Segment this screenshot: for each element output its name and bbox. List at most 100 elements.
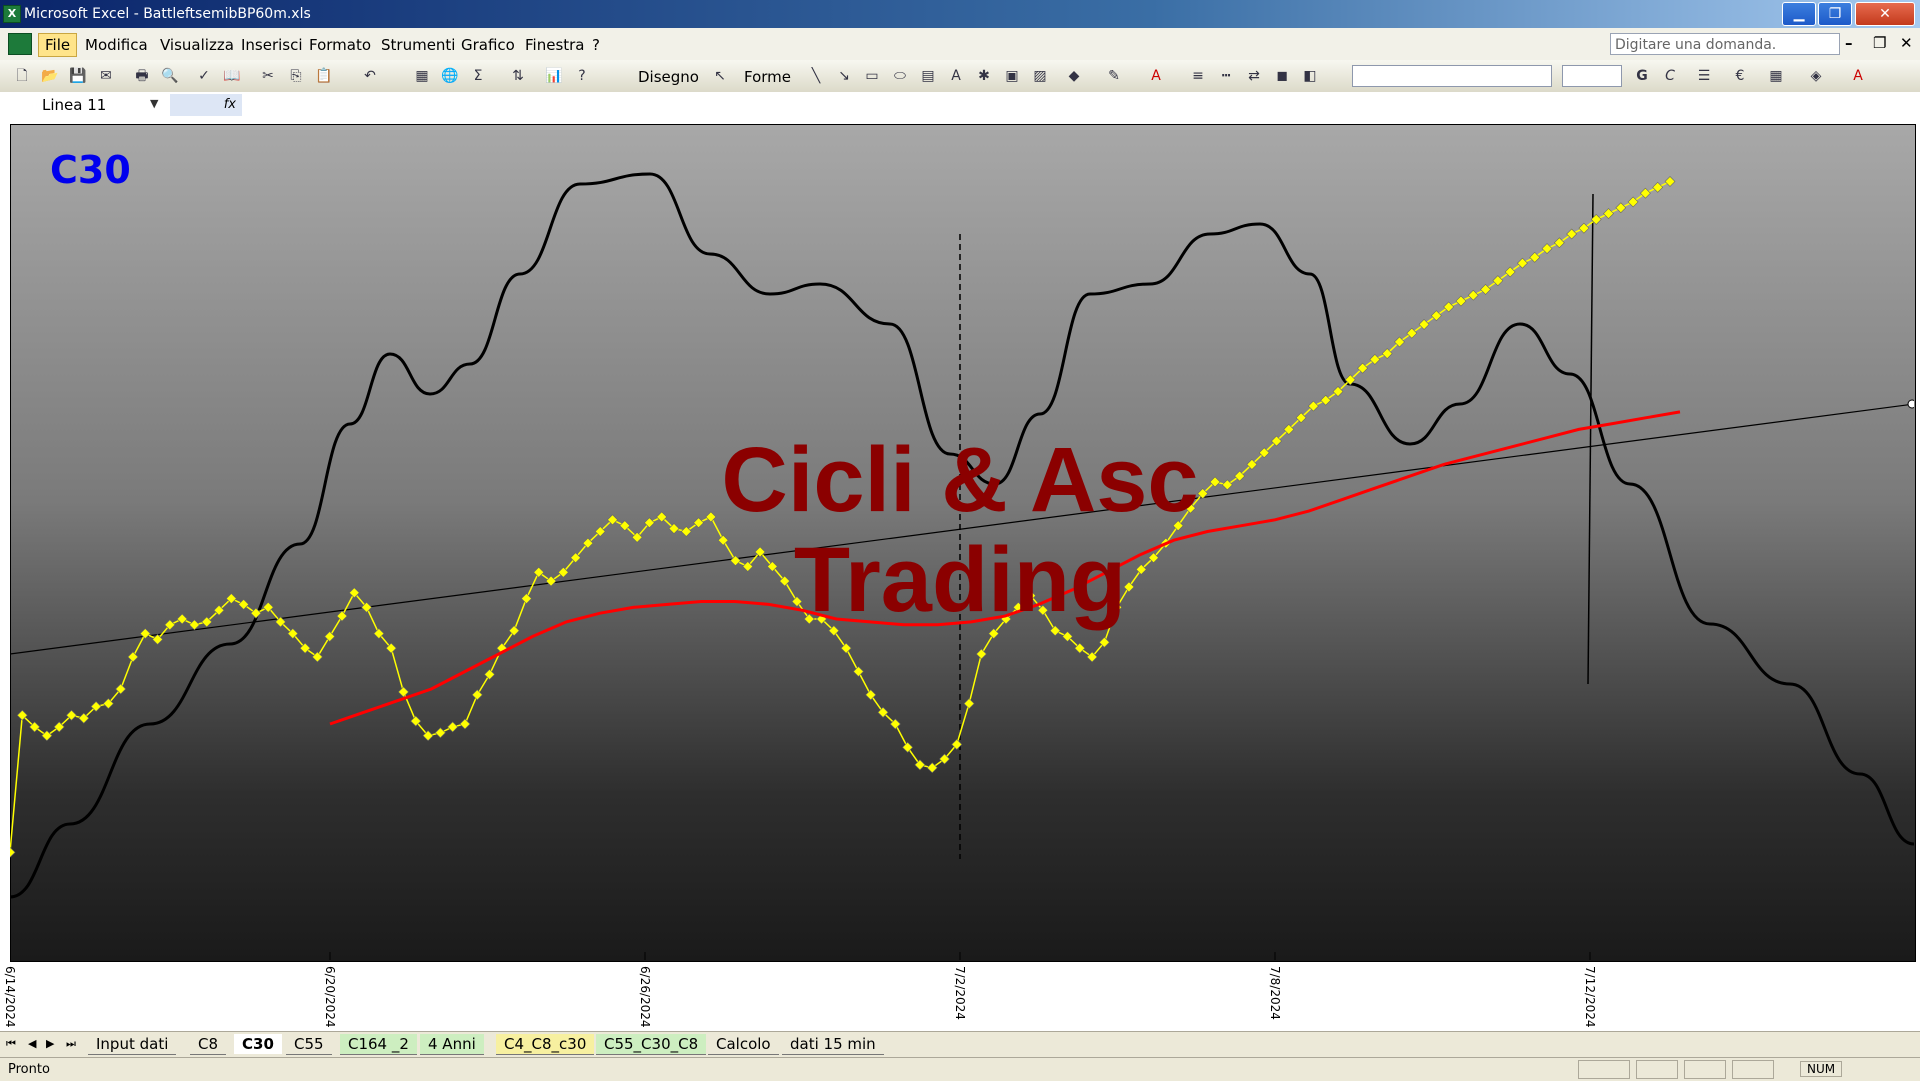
sheet-tab[interactable]: C8 — [190, 1034, 227, 1055]
menu-grafico[interactable]: Grafico — [461, 36, 515, 54]
menu-formato[interactable]: Formato — [309, 36, 371, 54]
ask-question-input[interactable]: Digitare una domanda. — [1610, 33, 1840, 55]
menu-finestra[interactable]: Finestra — [525, 36, 585, 54]
sort-icon[interactable]: ⇅ — [508, 66, 528, 86]
chart-icon[interactable]: 📊 — [544, 66, 564, 86]
menu-file[interactable]: File — [38, 33, 78, 57]
menu-modifica[interactable]: Modifica — [85, 36, 148, 54]
name-box-dropdown-icon[interactable]: ▼ — [150, 97, 158, 110]
menu-inserisci[interactable]: Inserisci — [241, 36, 303, 54]
price-data-point — [545, 575, 557, 587]
close-window-button[interactable]: ✕ — [1855, 2, 1915, 26]
first-sheet-icon[interactable]: ⏮ — [6, 1037, 16, 1051]
undo-icon[interactable]: ↶ — [360, 66, 380, 86]
wordart-icon[interactable]: A — [946, 66, 966, 86]
doc-minimize-button[interactable]: – — [1845, 34, 1853, 52]
rectangle-tool-icon[interactable]: ▭ — [862, 66, 882, 86]
formula-bar: Linea 11 ▼ fx — [0, 92, 1920, 119]
doc-restore-button[interactable]: ❐ — [1873, 34, 1886, 52]
name-box[interactable]: Linea 11 — [4, 94, 164, 116]
last-sheet-icon[interactable]: ⏭ — [66, 1037, 76, 1051]
help-icon[interactable]: ? — [572, 66, 592, 86]
print-preview-icon[interactable]: 🔍 — [160, 66, 180, 86]
3d-icon[interactable]: ◧ — [1300, 66, 1320, 86]
chart-wizard-icon[interactable]: ▦ — [412, 66, 432, 86]
research-icon[interactable]: 📖 — [222, 66, 242, 86]
price-data-point — [1553, 237, 1565, 249]
insert-function-button[interactable]: fx — [170, 94, 242, 116]
price-data-point — [840, 642, 852, 654]
sheet-tab[interactable]: C4_C8_c30 — [496, 1034, 595, 1055]
diagram-icon[interactable]: ✱ — [974, 66, 994, 86]
line-color-icon[interactable]: ✎ — [1104, 66, 1124, 86]
line-tool-icon[interactable]: ╲ — [806, 66, 826, 86]
line-style-icon[interactable]: ≡ — [1188, 66, 1208, 86]
maximize-button[interactable]: ❐ — [1818, 2, 1852, 26]
prev-sheet-icon[interactable]: ◀ — [28, 1037, 36, 1050]
borders-icon[interactable]: ▦ — [1766, 66, 1786, 86]
price-data-point — [434, 727, 446, 739]
picture-icon[interactable]: ▨ — [1030, 66, 1050, 86]
sheet-tab[interactable]: C55 — [286, 1034, 332, 1055]
status-cell — [1684, 1060, 1726, 1079]
menu-strumenti[interactable]: Strumenti — [381, 36, 455, 54]
sheet-tab[interactable]: C55_C30_C8 — [596, 1034, 707, 1055]
oval-tool-icon[interactable]: ⬭ — [890, 66, 910, 86]
italic-button[interactable]: C — [1660, 66, 1680, 86]
sheet-tab[interactable]: Calcolo — [708, 1034, 779, 1055]
font-size-combo[interactable] — [1562, 65, 1622, 87]
dash-style-icon[interactable]: ┅ — [1216, 66, 1236, 86]
price-data-point — [471, 689, 483, 701]
price-data-point — [324, 631, 336, 642]
minimize-button[interactable]: ▁ — [1782, 2, 1816, 26]
sheet-tabs-bar: ⏮ ◀ ▶ ⏭ Input dati C8 C30 C55 C164 _2 4 Anni C… — [0, 1031, 1920, 1058]
print-icon[interactable]: 🖶 — [132, 66, 152, 86]
cut-icon[interactable]: ✂ — [258, 66, 278, 86]
window-title: Microsoft Excel - BattleftsemibBP60m.xls — [24, 6, 311, 22]
price-data-point — [10, 846, 16, 858]
next-sheet-icon[interactable]: ▶ — [46, 1037, 54, 1050]
x-tick-label: 7/12/2024 — [1583, 966, 1597, 1028]
new-icon[interactable]: 🗋 — [12, 66, 32, 86]
hyperlink-icon[interactable]: 🌐 — [440, 66, 460, 86]
doc-close-button[interactable]: ✕ — [1900, 34, 1913, 52]
document-icon[interactable] — [8, 33, 32, 55]
clipart-icon[interactable]: ▣ — [1002, 66, 1022, 86]
menu-help[interactable]: ? — [592, 36, 600, 54]
menu-bar: File Modifica Visualizza Inserisci Forma… — [0, 28, 1920, 61]
price-data-point — [41, 730, 53, 742]
sheet-tab[interactable]: 4 Anni — [420, 1034, 484, 1055]
spelling-icon[interactable]: ✓ — [194, 66, 214, 86]
excel-app-icon[interactable]: X — [3, 5, 21, 23]
select-object-icon[interactable]: ↖ — [710, 66, 730, 86]
sheet-tab[interactable]: C30 — [234, 1034, 282, 1054]
bold-button[interactable]: G — [1632, 66, 1652, 86]
copy-icon[interactable]: ⎘ — [286, 66, 306, 86]
price-data-point — [447, 721, 459, 733]
euro-button[interactable]: € — [1730, 66, 1750, 86]
x-tick-label: 7/2/2024 — [953, 966, 967, 1020]
font-color-icon[interactable]: A — [1146, 66, 1166, 86]
arrow-style-icon[interactable]: ⇄ — [1244, 66, 1264, 86]
font-color-icon-2[interactable]: A — [1848, 66, 1868, 86]
arrow-tool-icon[interactable]: ↘ — [834, 66, 854, 86]
font-name-combo[interactable] — [1352, 65, 1552, 87]
align-icon[interactable]: ☰ — [1694, 66, 1714, 86]
open-icon[interactable]: 📂 — [40, 66, 60, 86]
autosum-icon[interactable]: Σ — [468, 66, 488, 86]
save-icon[interactable]: 💾 — [68, 66, 88, 86]
permission-icon[interactable]: ✉ — [96, 66, 116, 86]
paste-icon[interactable]: 📋 — [314, 66, 334, 86]
fill-color-icon[interactable]: ◆ — [1064, 66, 1084, 86]
shapes-menu[interactable]: Forme — [744, 68, 791, 86]
textbox-tool-icon[interactable]: ▤ — [918, 66, 938, 86]
sheet-tab[interactable]: Input dati — [88, 1034, 177, 1055]
menu-visualizza[interactable]: Visualizza — [160, 36, 234, 54]
shadow-icon[interactable]: ◼ — [1272, 66, 1292, 86]
price-data-point — [1566, 228, 1578, 240]
draw-menu[interactable]: Disegno — [638, 68, 699, 86]
sheet-tab[interactable]: dati 15 min — [782, 1034, 884, 1055]
sheet-tab[interactable]: C164 _2 — [340, 1034, 417, 1055]
price-data-point — [1480, 283, 1491, 295]
fill-bucket-icon[interactable]: ◈ — [1806, 66, 1826, 86]
